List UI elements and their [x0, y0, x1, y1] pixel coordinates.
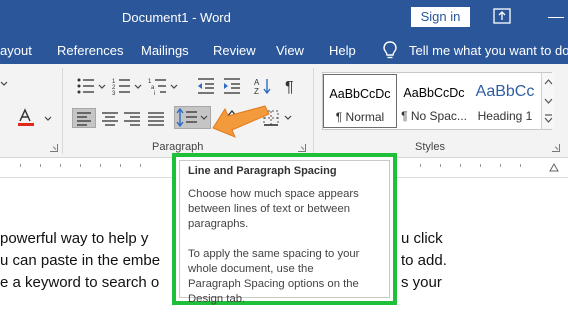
paragraph-dialog-launcher[interactable]: [298, 144, 306, 152]
ruler-tick: [60, 164, 61, 167]
svg-text:i: i: [154, 91, 155, 95]
font-color-icon[interactable]: [16, 108, 38, 128]
sign-in-button[interactable]: Sign in: [411, 7, 470, 27]
ruler-tick: [420, 164, 421, 167]
lightbulb-icon[interactable]: [382, 40, 398, 60]
document-text-fragment: to add.: [401, 252, 447, 269]
ruler-tick: [80, 164, 81, 167]
tooltip-line: Paragraph Spacing options on the: [188, 278, 359, 290]
tooltip-line: whole document, use the: [188, 263, 314, 275]
annotation-arrow-icon: [207, 104, 271, 147]
style-normal[interactable]: AaBbCcDc ¶ Normal: [323, 74, 397, 128]
ruler-tick: [460, 164, 461, 167]
svg-text:Z: Z: [254, 87, 259, 95]
document-title: Document1 - Word: [122, 10, 231, 25]
style-heading-1[interactable]: AaBbCc Heading 1: [468, 74, 542, 128]
style-sample: AaBbCcDc: [403, 86, 465, 100]
tab-review[interactable]: Review: [213, 43, 256, 58]
document-text-fragment: s your: [401, 274, 442, 291]
paragraph-group-label: Paragraph: [152, 141, 204, 153]
ruler-tick: [480, 164, 481, 167]
chevron-down-icon[interactable]: [98, 83, 106, 91]
group-divider: [62, 68, 63, 154]
ruler-tick: [440, 164, 441, 167]
tooltip-line: Design tab.: [188, 293, 246, 305]
right-indent-marker[interactable]: [549, 162, 559, 172]
tell-me-search[interactable]: Tell me what you want to do: [409, 43, 568, 58]
style-name: ¶ No Spac...: [401, 109, 467, 123]
svg-text:3: 3: [112, 91, 116, 95]
align-center-icon[interactable]: [100, 109, 120, 127]
ruler-tick: [40, 164, 41, 167]
style-sample: AaBbCcDc: [329, 87, 391, 101]
show-formatting-marks-icon[interactable]: ¶: [284, 77, 298, 95]
numbering-icon[interactable]: 123: [112, 77, 132, 95]
chevron-down-icon[interactable]: [170, 83, 178, 91]
ruler-tick: [100, 164, 101, 167]
style-name: Heading 1: [477, 109, 533, 123]
style-no-spacing[interactable]: AaBbCcDc ¶ No Spac...: [397, 74, 471, 128]
ruler-tick: [520, 164, 521, 167]
tab-view[interactable]: View: [276, 43, 304, 58]
group-divider: [313, 68, 314, 154]
sort-icon[interactable]: AZ: [254, 77, 272, 95]
tooltip-line: paragraphs.: [188, 218, 249, 230]
align-right-icon[interactable]: [122, 109, 142, 127]
document-text-line: powerful way to help y: [0, 230, 149, 247]
align-left-button[interactable]: [72, 108, 96, 128]
ruler-tick: [120, 164, 121, 167]
tooltip-line: between lines of text or between: [188, 203, 351, 215]
styles-dialog-launcher[interactable]: [552, 144, 560, 152]
decrease-indent-icon[interactable]: [196, 77, 216, 95]
style-name: ¶ Normal: [335, 110, 385, 124]
document-text-line: e a keyword to search o: [0, 274, 160, 291]
line-paragraph-spacing-button[interactable]: [174, 106, 211, 129]
chevron-down-icon[interactable]: [134, 83, 142, 91]
chevron-down-icon[interactable]: [44, 115, 52, 123]
ruler-tick: [140, 164, 141, 167]
title-bar: Document1 - Word Sign in: [0, 0, 568, 36]
multilevel-list-icon[interactable]: 1ai: [148, 77, 168, 95]
tab-layout[interactable]: ayout: [0, 43, 32, 58]
tab-references[interactable]: References: [57, 43, 123, 58]
tooltip-title: Line and Paragraph Spacing: [188, 165, 337, 177]
document-text-line: u can paste in the embe: [0, 252, 161, 269]
tooltip-line: To apply the same spacing to your: [188, 248, 360, 260]
ribbon-display-options-icon[interactable]: [493, 8, 511, 24]
tooltip-line: Choose how much space appears: [188, 188, 359, 200]
tab-mailings[interactable]: Mailings: [141, 43, 189, 58]
bullets-icon[interactable]: [76, 77, 96, 95]
increase-indent-icon[interactable]: [222, 77, 242, 95]
ruler-tick: [20, 164, 21, 167]
font-dialog-launcher[interactable]: [50, 144, 58, 152]
styles-group-label: Styles: [415, 141, 445, 153]
ruler-tick: [500, 164, 501, 167]
svg-text:A: A: [254, 78, 260, 87]
style-sample: AaBbCc: [475, 83, 535, 100]
justify-icon[interactable]: [146, 109, 166, 127]
styles-scrollbar[interactable]: [541, 73, 554, 129]
document-text-fragment: u click: [401, 230, 443, 247]
tab-help[interactable]: Help: [329, 43, 356, 58]
chevron-down-icon[interactable]: [284, 114, 292, 122]
minimize-button[interactable]: [548, 17, 564, 18]
chevron-down-icon[interactable]: [0, 80, 8, 88]
svg-text:¶: ¶: [285, 79, 294, 95]
